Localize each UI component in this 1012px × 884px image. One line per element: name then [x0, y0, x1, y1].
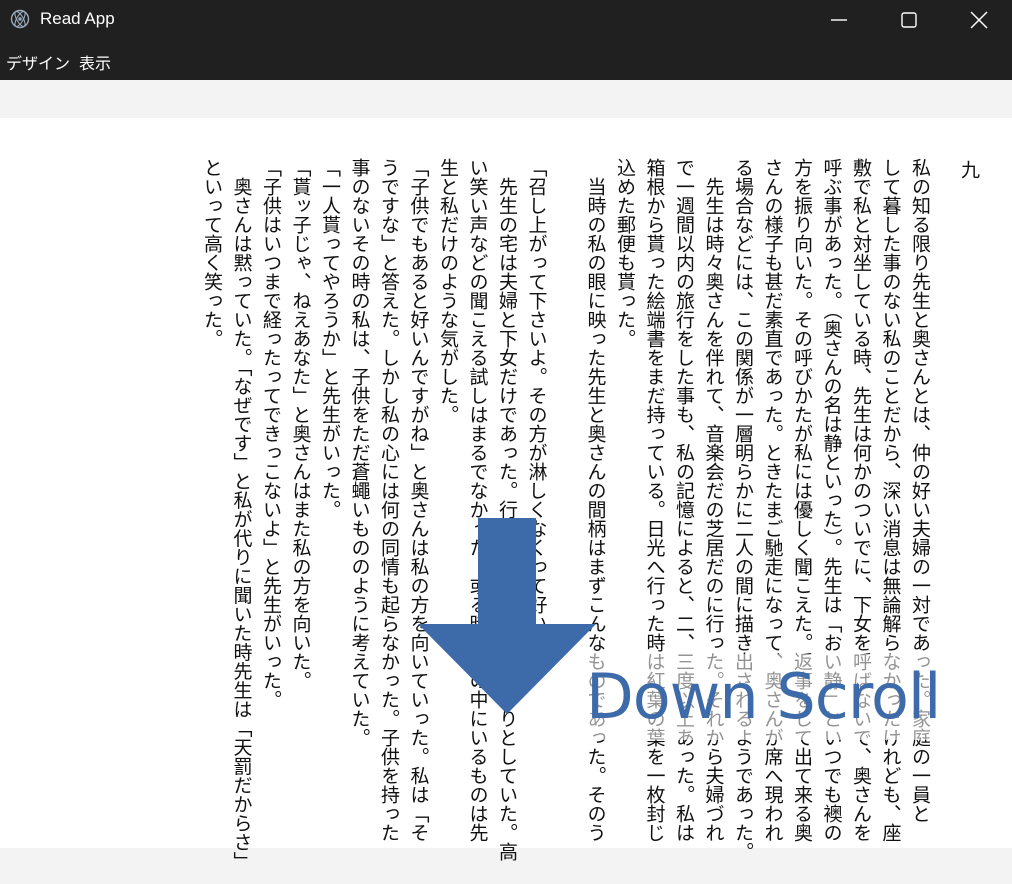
text-column: といって高く笑った。: [201, 158, 223, 348]
minimize-button[interactable]: [816, 0, 862, 40]
down-arrow-icon: [418, 518, 596, 714]
text-column: 「貰ッ子じゃ、ねえあなた」と奥さんはまた私の方を向いた。: [289, 158, 312, 690]
text-column: 生と私だけのような気がした。: [437, 158, 459, 424]
maximize-icon: [901, 12, 917, 28]
title-bar: Read App: [0, 0, 1012, 40]
window-title: Read App: [40, 9, 115, 28]
text-column: 事のないその時の私は、子供をただ蒼蠅いもののように考えていた。: [348, 158, 371, 747]
text-column: うですな」と答えた。しかし私の心には何の同情も起らなかった。子供を持った: [378, 158, 400, 842]
maximize-button[interactable]: [886, 0, 932, 40]
text-column: 奥さんは黙っていた。「なぜです」と私が代りに聞いた時先生は「天罰だからさ」: [230, 158, 253, 871]
text-column: 込めた郵便も貰った。: [614, 158, 636, 348]
close-icon: [970, 11, 988, 29]
menu-design[interactable]: デザイン: [6, 50, 70, 74]
menu-bar: デザイン 表示: [0, 40, 1012, 80]
text-column: 「子供はいつまで経ったってできっこないよ」と先生がいった。: [260, 158, 282, 709]
text-column: 「一人貰ってやろうか」と先生がいった。: [319, 158, 341, 519]
text-column: 「子供でもあると好いんですがね」と奥さんは私の方を向いていった。私は「そ: [407, 158, 430, 842]
down-scroll-label: Down Scroll: [582, 654, 945, 740]
text-column: 先生の宅は夫婦と下女だけであった。行くたびに大抵はひっそりとしていた。高: [496, 158, 518, 861]
text-column: る場合などには、この関係が一層明らかに二人の間に描き出されるようであった。: [732, 158, 754, 861]
text-column: い笑い声などの聞こえる試しはまるでなかった。或る時は宅の中にいるものは先: [466, 158, 489, 842]
app-logo-icon: [10, 9, 30, 29]
close-button[interactable]: [956, 0, 1002, 40]
menu-view[interactable]: 表示: [79, 50, 111, 74]
minimize-icon: [831, 19, 847, 21]
